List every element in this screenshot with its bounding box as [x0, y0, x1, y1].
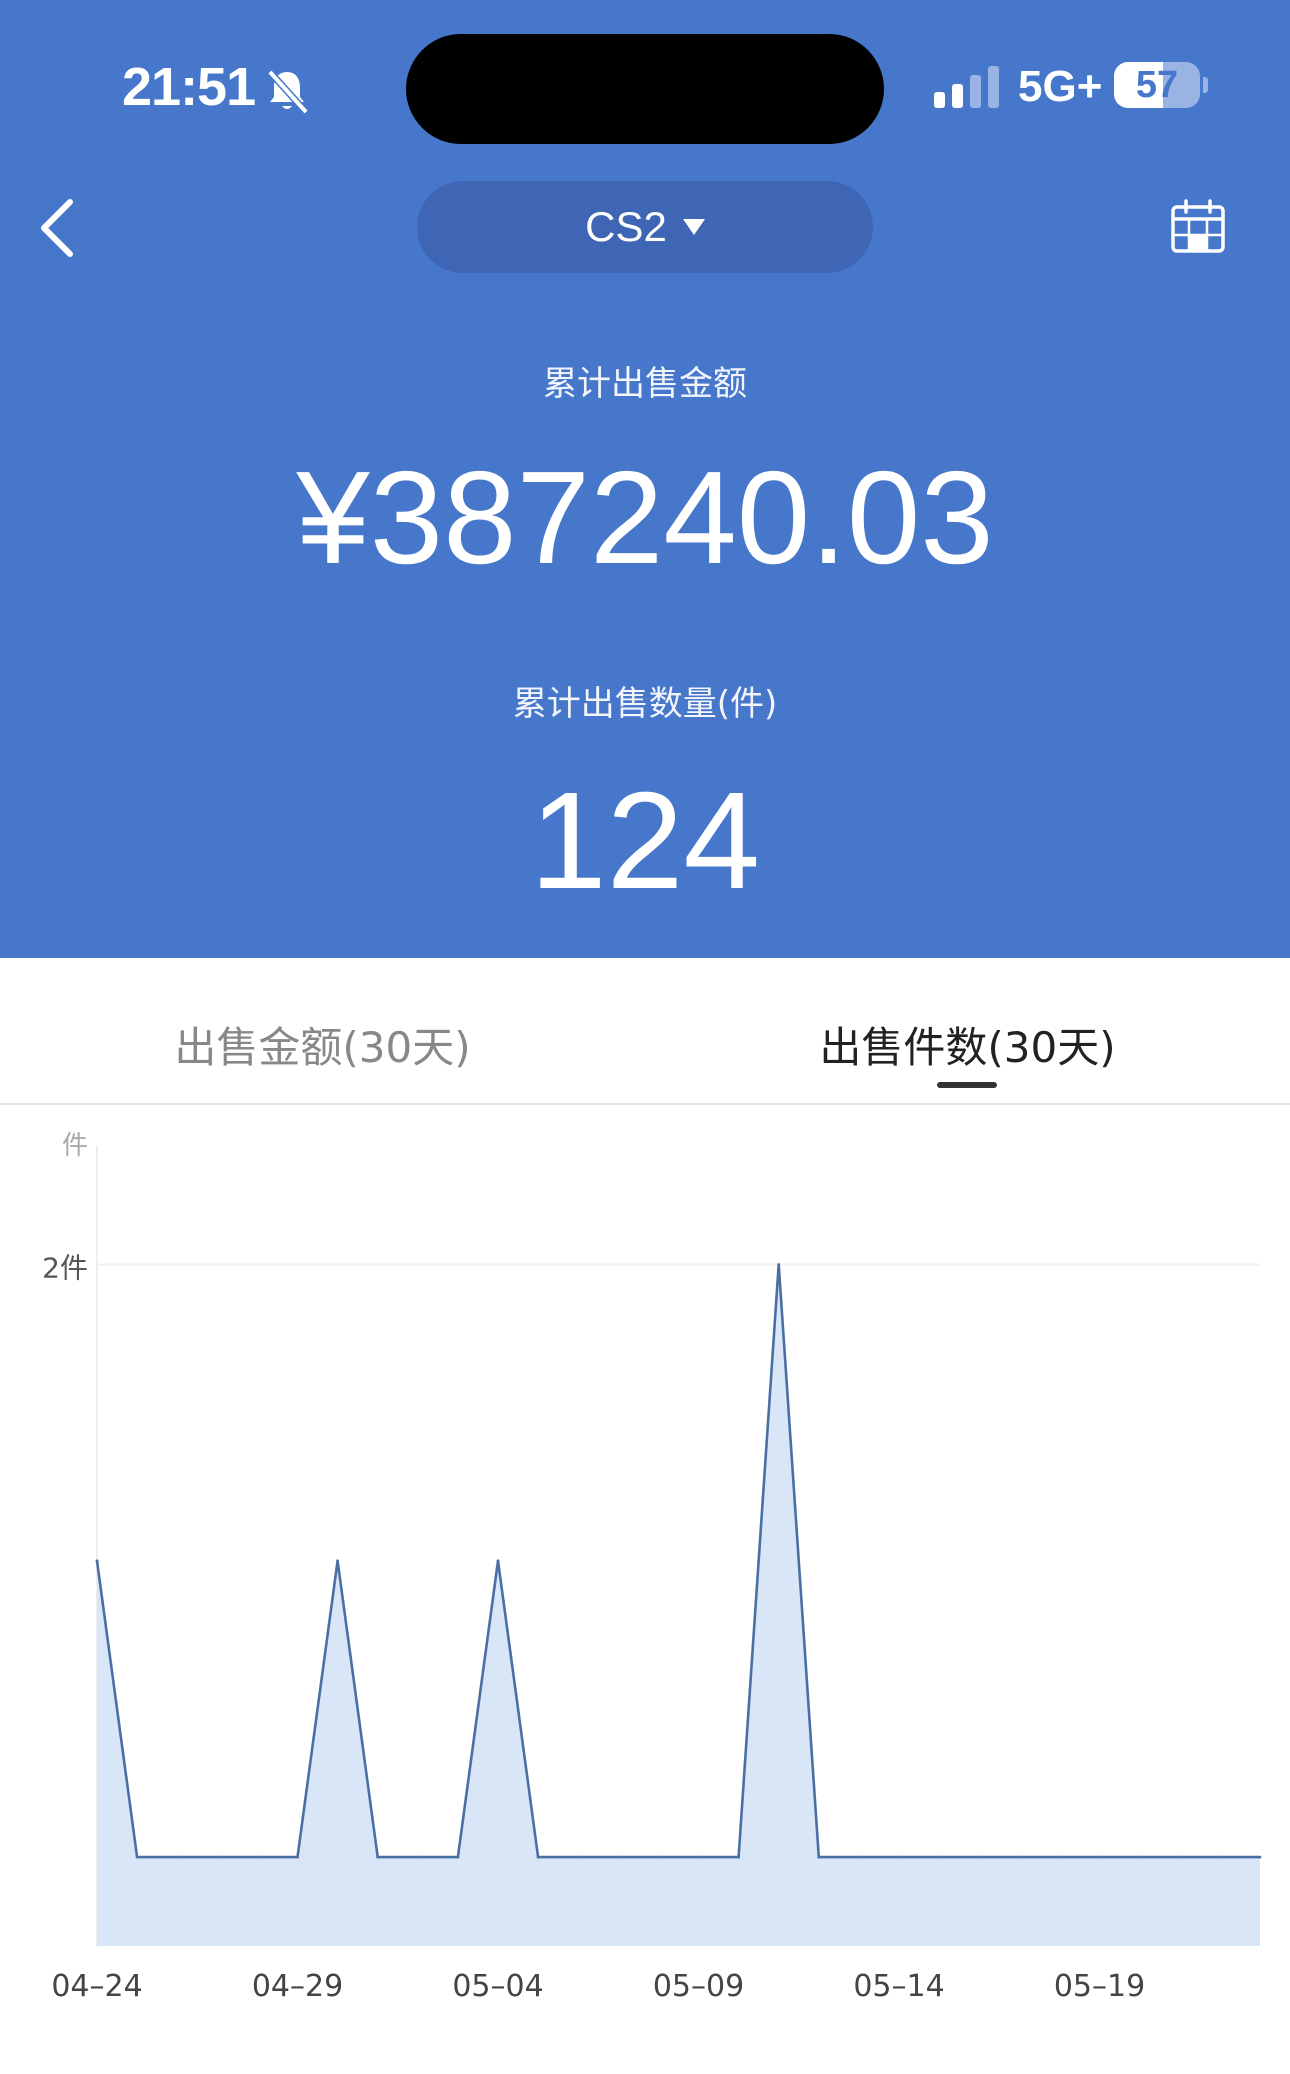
status-time: 21:51 [122, 57, 256, 117]
data-point-05-20 [1138, 1855, 1141, 1859]
data-point-05-02 [416, 1855, 420, 1859]
x-tick-label-0: 04–24 [51, 1969, 142, 2004]
data-point-04-25 [135, 1855, 139, 1859]
x-tick-label-5: 05–19 [1054, 1969, 1145, 2004]
data-point-05-05 [536, 1855, 540, 1859]
data-point-05-01 [376, 1855, 380, 1859]
data-point-05-09 [697, 1855, 700, 1859]
data-point-04-26 [175, 1855, 179, 1859]
data-point-05-15 [937, 1855, 941, 1859]
data-point-05-22 [1218, 1855, 1222, 1859]
chart-tabs: 出售金额(30天) 出售件数(30天) [0, 958, 1290, 1104]
battery-level: 57 [1135, 64, 1179, 106]
data-point-05-13 [857, 1855, 861, 1859]
data-point-04-27 [215, 1855, 219, 1859]
total-count-label: 累计出售数量(件) [512, 684, 778, 724]
cellular-signal-icon [934, 66, 999, 108]
total-amount-value: ¥387240.03 [296, 444, 994, 591]
data-point-05-03 [456, 1855, 460, 1859]
data-point-05-04 [496, 1559, 500, 1563]
tab-sales-count[interactable]: 出售件数(30天) [645, 1014, 1290, 1075]
x-tick-label-1: 04–29 [252, 1969, 343, 2004]
active-tab-indicator [937, 1082, 997, 1088]
battery-icon: 57 [1114, 62, 1208, 110]
data-point-05-11 [777, 1263, 781, 1266]
back-arrow-icon[interactable] [34, 196, 84, 260]
summary-header: 21:51 5G+ 57 CS2 累计出售金额 ¥387240.03 累计出售数… [0, 0, 1290, 958]
dynamic-island [406, 34, 884, 144]
data-point-05-08 [657, 1855, 660, 1859]
bell-muted-icon [267, 69, 309, 115]
data-point-05-19 [1098, 1855, 1101, 1859]
data-point-05-14 [897, 1855, 901, 1859]
data-point-05-16 [977, 1855, 981, 1859]
x-tick-label-2: 05–04 [452, 1969, 543, 2004]
data-point-04-29 [296, 1855, 299, 1859]
data-point-04-24 [95, 1559, 99, 1563]
game-selector-dropdown[interactable]: CS2 [417, 181, 873, 273]
game-selector-label: CS2 [585, 203, 667, 250]
data-point-05-06 [576, 1855, 580, 1859]
series-line [95, 1264, 1260, 1859]
x-tick-label-3: 05–09 [653, 1969, 744, 2004]
tab-sales-amount[interactable]: 出售金额(30天) [0, 1014, 645, 1075]
data-point-05-07 [616, 1855, 620, 1859]
y-tick-label-0: 2件 [42, 1252, 88, 1285]
data-point-05-18 [1058, 1855, 1061, 1859]
network-type: 5G+ [1018, 62, 1103, 111]
total-amount-label: 累计出售金额 [543, 364, 747, 404]
data-point-05-10 [737, 1855, 740, 1859]
data-point-05-23 [1258, 1855, 1262, 1859]
area-fill [97, 1264, 1260, 1946]
data-point-05-21 [1178, 1855, 1182, 1859]
y-axis-unit-label: 件 [62, 1131, 88, 1161]
data-point-04-30 [336, 1559, 339, 1563]
calendar-icon[interactable] [1170, 198, 1226, 254]
caret-down-icon [682, 219, 705, 235]
data-point-05-12 [817, 1855, 821, 1859]
data-point-05-17 [1017, 1855, 1021, 1859]
sales-count-chart: 2件 件 04–24 04–29 05–04 05–09 05–14 05–19 [42, 1131, 1262, 2004]
x-tick-label-4: 05–14 [853, 1969, 944, 2004]
tabs-divider [0, 1103, 1290, 1105]
data-point-04-28 [256, 1855, 259, 1859]
total-count-value: 124 [529, 764, 761, 918]
